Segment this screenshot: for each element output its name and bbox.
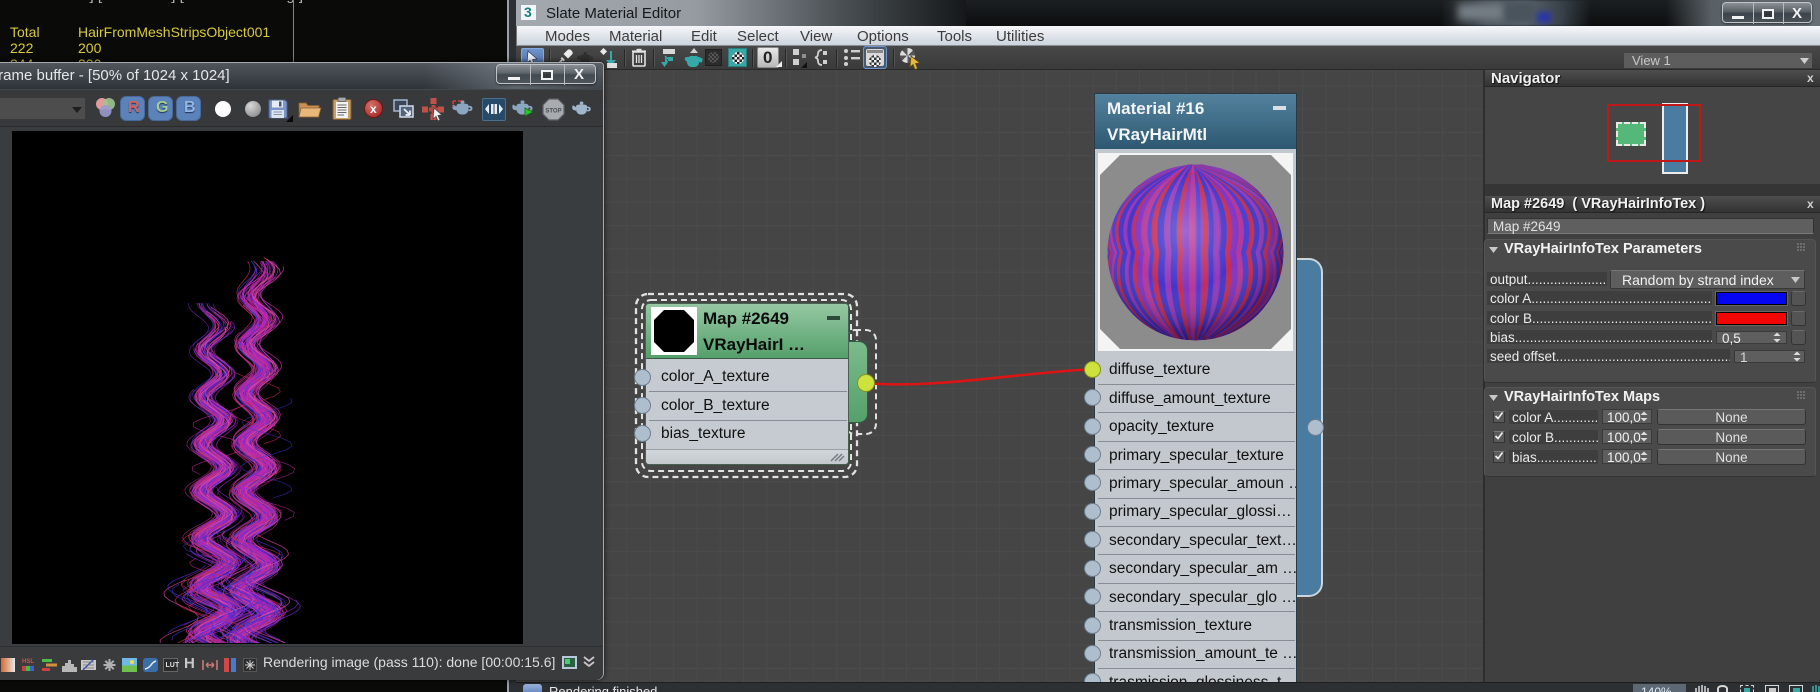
svg-text:STOP: STOP (545, 109, 561, 115)
